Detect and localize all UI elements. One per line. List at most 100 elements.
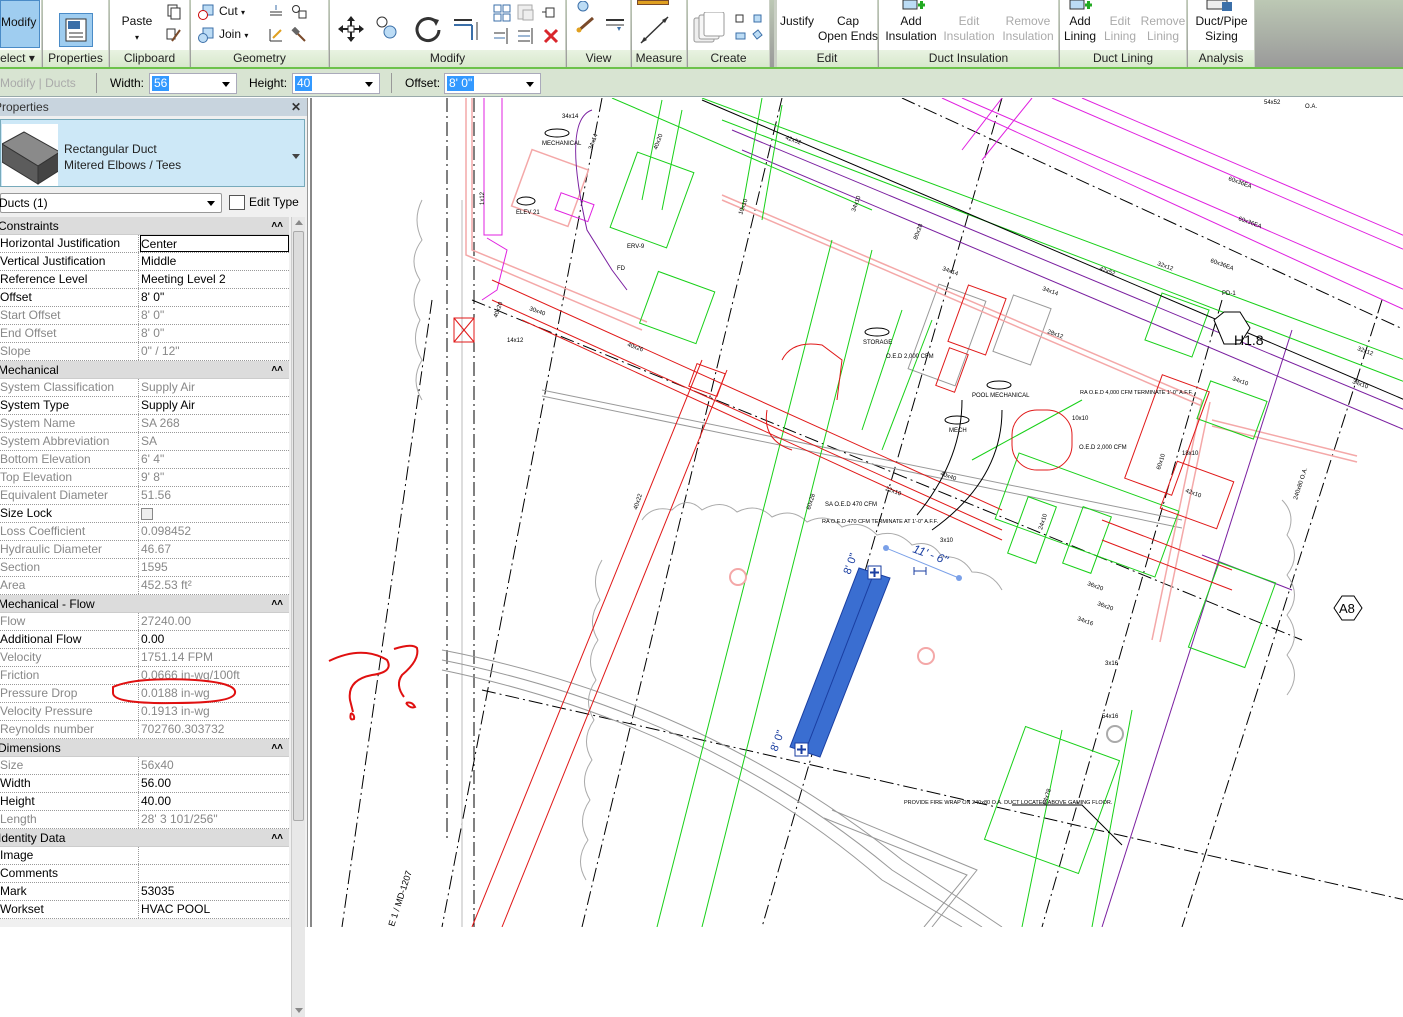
modify-button[interactable]: Modify (0, 0, 40, 48)
close-icon[interactable]: ✕ (291, 98, 301, 116)
property-row-system-classification[interactable]: System Classification Supply Air (0, 379, 289, 397)
section-header-dimensions[interactable]: Dimensions ˄˄ (0, 739, 289, 757)
property-row-slope[interactable]: Slope 0" / 12" (0, 343, 289, 361)
property-row-horizontal-justification[interactable]: Horizontal Justification Center (0, 235, 289, 253)
cap-open-ends-button[interactable]: Cap Open Ends (815, 14, 881, 44)
trim-extend-icon[interactable] (452, 14, 480, 42)
property-row-section[interactable]: Section 1595 (0, 559, 289, 577)
create-group-icon[interactable] (692, 12, 728, 46)
property-row-reference-level[interactable]: Reference Level Meeting Level 2 (0, 271, 289, 289)
offset-dropdown[interactable]: 8' 0" (444, 73, 541, 94)
property-row-image[interactable]: Image (0, 847, 289, 865)
property-row-offset[interactable]: Offset 8' 0" (0, 289, 289, 307)
move-icon[interactable] (336, 14, 366, 44)
property-value[interactable]: 8' 0" (141, 289, 289, 306)
floor-plan-drawing[interactable]: H1.8 A8 MECHANICAL ELEV 21 STORAGE POOL … (312, 98, 1403, 927)
justify-button[interactable]: Justify (779, 14, 815, 29)
override-graphics-icon[interactable] (575, 1, 593, 15)
property-row-mark[interactable]: Mark 53035 (0, 883, 289, 901)
edit-type-button[interactable]: Edit Type (227, 193, 302, 213)
height-dropdown[interactable]: 40 (292, 73, 380, 94)
property-row-end-offset[interactable]: End Offset 8' 0" (0, 325, 289, 343)
section-header-identity-data[interactable]: Identity Data ˄˄ (0, 829, 289, 847)
section-header-constraints[interactable]: Constraints ˄˄ (0, 217, 289, 235)
scroll-down-icon[interactable] (295, 1008, 303, 1013)
cut-button[interactable]: Cut ▾ (197, 4, 245, 20)
pin-icon[interactable] (541, 4, 559, 22)
array-icon[interactable] (493, 4, 511, 22)
property-value[interactable]: HVAC POOL (141, 901, 289, 918)
property-row-loss-coefficient[interactable]: Loss Coefficient 0.098452 (0, 523, 289, 541)
add-insulation-button[interactable]: Add Insulation (881, 14, 941, 44)
property-row-system-abbreviation[interactable]: System Abbreviation SA (0, 433, 289, 451)
property-value[interactable]: 56.00 (141, 775, 289, 792)
collapse-icon[interactable]: ˄˄ (271, 361, 283, 379)
wall-joins-icon[interactable] (268, 4, 284, 20)
offset-icon[interactable] (517, 27, 535, 45)
collapse-icon[interactable]: ˄˄ (271, 595, 283, 613)
demolish-icon[interactable] (291, 4, 309, 20)
property-row-additional-flow[interactable]: Additional Flow 0.00 (0, 631, 289, 649)
panel-label-select[interactable]: Select ▾ (0, 50, 41, 67)
property-row-width[interactable]: Width 56.00 (0, 775, 289, 793)
section-header-mechanical[interactable]: Mechanical ˄˄ (0, 361, 289, 379)
selected-duct[interactable] (789, 565, 891, 758)
property-row-top-elevation[interactable]: Top Elevation 9' 8" (0, 469, 289, 487)
width-dropdown[interactable]: 56 (149, 73, 237, 94)
rotate-icon[interactable] (414, 15, 442, 43)
property-value[interactable]: Center (140, 235, 289, 252)
property-value[interactable]: 53035 (141, 883, 289, 900)
property-row-bottom-elevation[interactable]: Bottom Elevation 6' 4" (0, 451, 289, 469)
instance-filter-dropdown[interactable]: Ducts (1) (0, 193, 222, 213)
properties-title-bar[interactable]: Properties ✕ (0, 98, 307, 116)
section-header-mechanical-flow[interactable]: Mechanical - Flow ˄˄ (0, 595, 289, 613)
create-assembly-icon[interactable] (735, 14, 763, 42)
measure-icon[interactable] (638, 14, 674, 46)
property-row-area[interactable]: Area 452.53 ft² (0, 577, 289, 595)
property-value[interactable]: Supply Air (141, 397, 289, 414)
property-row-system-type[interactable]: System Type Supply Air (0, 397, 289, 415)
properties-button[interactable] (59, 13, 93, 47)
linework-brush-icon[interactable] (575, 15, 597, 33)
property-value[interactable] (141, 865, 289, 882)
property-row-workset[interactable]: Workset HVAC POOL (0, 901, 289, 919)
scale-icon[interactable] (517, 4, 535, 22)
property-row-comments[interactable]: Comments (0, 865, 289, 883)
collapse-icon[interactable]: ˄˄ (271, 217, 283, 235)
type-selector[interactable]: Rectangular Duct Mitered Elbows / Tees (0, 119, 305, 187)
copy-icon[interactable] (166, 4, 182, 20)
drawing-canvas[interactable]: H1.8 A8 MECHANICAL ELEV 21 STORAGE POOL … (310, 98, 1403, 927)
property-row-start-offset[interactable]: Start Offset 8' 0" (0, 307, 289, 325)
property-row-friction[interactable]: Friction 0.0666 in-wg/100ft (0, 667, 289, 685)
property-row-system-name[interactable]: System Name SA 268 (0, 415, 289, 433)
property-row-velocity-pressure[interactable]: Velocity Pressure 0.1913 in-wg (0, 703, 289, 721)
property-row-pressure-drop[interactable]: Pressure Drop 0.0188 in-wg (0, 685, 289, 703)
property-row-size-lock[interactable]: Size Lock (0, 505, 289, 523)
collapse-icon[interactable]: ˄˄ (271, 829, 283, 847)
property-row-flow[interactable]: Flow 27240.00 (0, 613, 289, 631)
property-row-size[interactable]: Size 56x40 (0, 757, 289, 775)
size-lock-checkbox[interactable] (141, 505, 289, 522)
property-value[interactable]: 0.00 (141, 631, 289, 648)
copy-element-icon[interactable] (374, 14, 400, 42)
duct-pipe-sizing-button[interactable]: Duct/Pipe Sizing (1188, 14, 1255, 44)
property-row-vertical-justification[interactable]: Vertical Justification Middle (0, 253, 289, 271)
property-value[interactable]: 40.00 (141, 793, 289, 810)
scroll-up-icon[interactable] (295, 220, 303, 225)
property-row-equivalent-diameter[interactable]: Equivalent Diameter 51.56 (0, 487, 289, 505)
property-value[interactable] (141, 847, 289, 864)
checkbox[interactable] (141, 508, 153, 520)
properties-scrollbar[interactable] (291, 217, 305, 1017)
dimension-icon[interactable] (637, 0, 669, 5)
hammer-icon[interactable] (291, 27, 307, 43)
match-properties-icon[interactable] (166, 27, 182, 43)
property-row-velocity[interactable]: Velocity 1751.14 FPM (0, 649, 289, 667)
property-row-height[interactable]: Height 40.00 (0, 793, 289, 811)
split-element-icon[interactable] (493, 27, 511, 45)
split-face-icon[interactable] (268, 27, 284, 43)
temporary-dimension[interactable]: 11' - 6" (883, 542, 962, 581)
add-lining-button[interactable]: Add Lining (1060, 14, 1100, 44)
property-row-length[interactable]: Length 28' 3 101/256" (0, 811, 289, 829)
property-value[interactable]: Meeting Level 2 (141, 271, 289, 288)
collapse-icon[interactable]: ˄˄ (271, 739, 283, 757)
